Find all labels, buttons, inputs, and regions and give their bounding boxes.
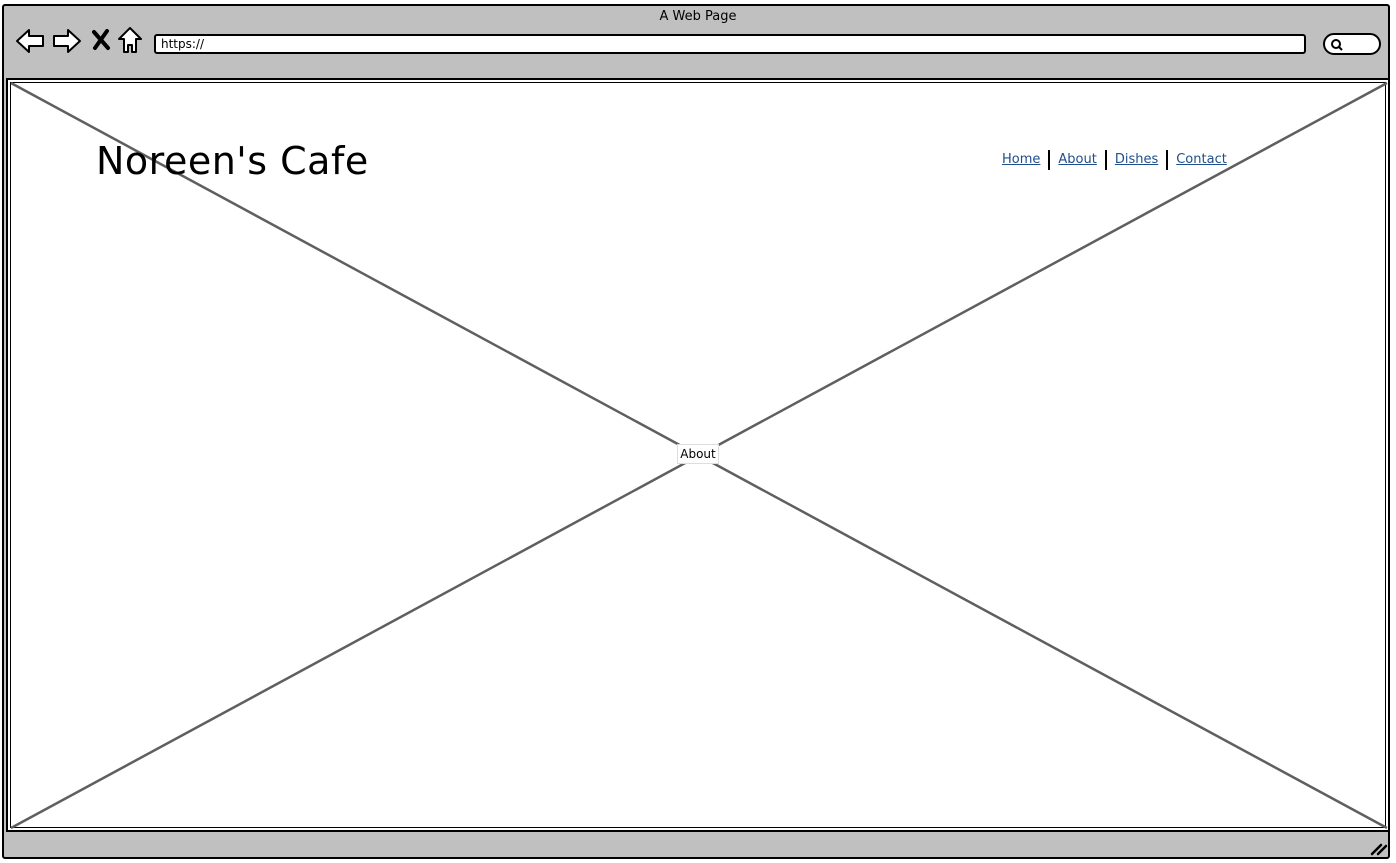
- nav-link-about[interactable]: About: [1050, 149, 1104, 171]
- nav-link-dishes[interactable]: Dishes: [1107, 149, 1166, 171]
- status-bar: [2, 834, 1390, 859]
- image-placeholder: [10, 81, 1388, 830]
- nav-link-contact[interactable]: Contact: [1168, 149, 1235, 171]
- nav-link-home[interactable]: Home: [994, 149, 1048, 171]
- site-title: Noreen's Cafe: [96, 139, 369, 183]
- resize-handle-icon[interactable]: [1370, 840, 1388, 860]
- image-placeholder-label: About: [677, 444, 719, 464]
- site-nav: Home About Dishes Contact: [994, 149, 1235, 171]
